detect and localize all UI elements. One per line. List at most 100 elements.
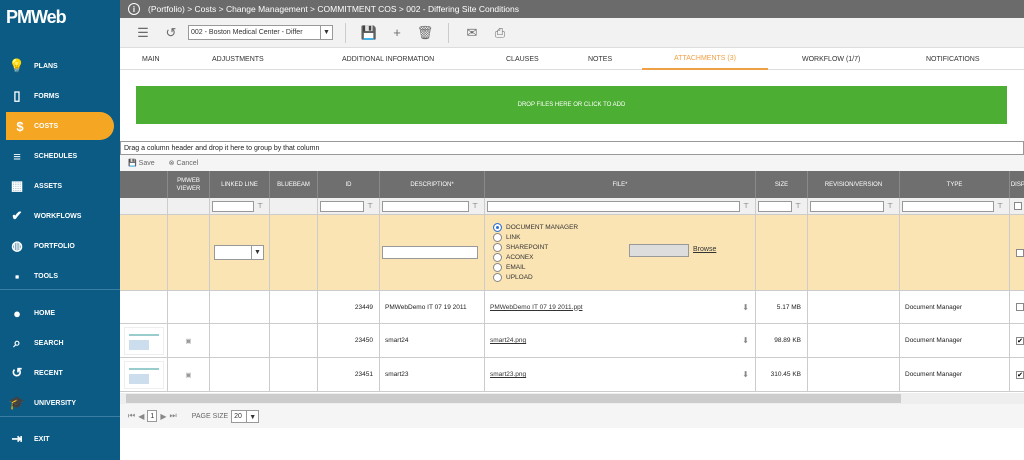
filter-icon[interactable]: ⊤: [743, 202, 749, 210]
prev-page-icon[interactable]: ◀: [138, 412, 144, 421]
column-header[interactable]: REVISION/VERSION: [808, 171, 900, 198]
tab-workflow[interactable]: WORKFLOW (1/7): [802, 48, 860, 70]
sidebar-item-exit[interactable]: ⇥ EXIT: [0, 425, 120, 453]
column-header[interactable]: [120, 171, 168, 198]
delete-icon[interactable]: 🗑: [414, 22, 436, 44]
source-option[interactable]: DOCUMENT MANAGER: [493, 223, 578, 233]
sidebar-item-plans[interactable]: 💡 PLANS: [0, 52, 120, 80]
filter-input[interactable]: [810, 200, 884, 212]
attachment-thumbnail[interactable]: [123, 360, 164, 389]
radio-button[interactable]: [493, 233, 502, 242]
download-icon[interactable]: ⬇: [742, 303, 749, 312]
sidebar-item-home[interactable]: ● HOME: [0, 299, 120, 327]
source-option[interactable]: LINK: [493, 233, 520, 243]
filter-icon[interactable]: ⊤: [795, 202, 801, 210]
horizontal-scrollbar[interactable]: [120, 393, 1024, 404]
filter-icon[interactable]: ⊤: [997, 202, 1003, 210]
column-header[interactable]: ID: [318, 171, 380, 198]
display-checkbox[interactable]: [1016, 303, 1024, 311]
file-link[interactable]: PMWebDemo IT 07 19 2011.ppt: [490, 304, 583, 311]
tab-main[interactable]: MAIN: [142, 48, 160, 70]
sidebar-item-tools[interactable]: ▪ TOOLS: [0, 262, 120, 290]
file-path-input[interactable]: [629, 244, 689, 257]
linked-line-select[interactable]: ▼: [214, 245, 264, 260]
filter-icon[interactable]: ⊤: [887, 202, 893, 210]
filter-input[interactable]: [320, 200, 364, 212]
column-header[interactable]: LINKED LINE: [210, 171, 270, 198]
source-option[interactable]: EMAIL: [493, 263, 526, 273]
chevron-down-icon[interactable]: ▼: [320, 26, 332, 39]
column-header[interactable]: DESCRIPTION*: [380, 171, 485, 198]
sidebar-item-recent[interactable]: ↺ RECENT: [0, 359, 120, 387]
page-size-select[interactable]: 20 ▼: [231, 409, 260, 423]
filter-input[interactable]: [758, 200, 792, 212]
radio-button[interactable]: [493, 273, 502, 282]
download-icon[interactable]: ⬇: [742, 336, 749, 345]
filter-checkbox[interactable]: [1014, 202, 1022, 210]
column-header[interactable]: SIZE: [756, 171, 808, 198]
browse-link[interactable]: Browse: [693, 246, 716, 253]
filter-icon[interactable]: ⊤: [367, 202, 373, 210]
first-page-icon[interactable]: ⏮: [128, 411, 135, 421]
last-page-icon[interactable]: ⏭: [170, 411, 177, 421]
save-icon[interactable]: 💾: [358, 22, 380, 44]
radio-button[interactable]: [493, 243, 502, 252]
filter-input[interactable]: [382, 200, 469, 212]
sidebar-item-costs[interactable]: $ COSTS: [6, 112, 114, 140]
attachment-thumbnail[interactable]: [123, 326, 164, 355]
sidebar-item-portfolio[interactable]: ◍ PORTFOLIO: [0, 232, 120, 260]
history-icon[interactable]: ↺: [160, 22, 182, 44]
tab-additional-information[interactable]: ADDITIONAL INFORMATION: [342, 48, 434, 70]
info-icon[interactable]: i: [128, 3, 140, 15]
download-icon[interactable]: ⬇: [742, 370, 749, 379]
next-page-icon[interactable]: ▶: [160, 412, 166, 421]
sidebar-item-university[interactable]: 🎓 UNIVERSITY: [0, 389, 120, 417]
display-checkbox[interactable]: ✔: [1016, 336, 1024, 345]
viewer-icon[interactable]: ▣: [185, 337, 191, 345]
grid-cancel-button[interactable]: ⊗ Cancel: [169, 159, 199, 167]
grid-cell: [270, 215, 318, 290]
tab-notifications[interactable]: NOTIFICATIONS: [926, 48, 980, 70]
filter-input[interactable]: [487, 200, 740, 212]
pmweb-logo[interactable]: PMWeb: [0, 0, 120, 34]
column-header[interactable]: FILE*: [485, 171, 756, 198]
sidebar-item-forms[interactable]: ▯ FORMS: [0, 82, 120, 110]
display-checkbox[interactable]: ✔: [1016, 370, 1024, 379]
column-header[interactable]: PMWEB VIEWER: [168, 171, 210, 198]
page-number[interactable]: 1: [147, 410, 158, 422]
source-option[interactable]: UPLOAD: [493, 273, 533, 283]
sidebar-item-workflows[interactable]: ✔ WORKFLOWS: [0, 202, 120, 230]
viewer-icon[interactable]: ▣: [185, 371, 191, 379]
breadcrumb[interactable]: (Portfolio) > Costs > Change Management …: [148, 4, 519, 14]
sidebar-item-search[interactable]: ⌕ SEARCH: [0, 329, 120, 357]
description-input[interactable]: [382, 246, 478, 259]
tab-attachments[interactable]: ATTACHMENTS (3): [642, 48, 768, 70]
radio-button[interactable]: [493, 223, 502, 232]
column-header[interactable]: DISPL: [1010, 171, 1024, 198]
filter-input[interactable]: [902, 200, 994, 212]
grid-save-button[interactable]: 💾 Save: [128, 159, 155, 167]
column-header[interactable]: BLUEBEAM: [270, 171, 318, 198]
display-checkbox[interactable]: [1016, 248, 1024, 257]
source-option[interactable]: ACONEX: [493, 253, 533, 263]
project-select[interactable]: 002 - Boston Medical Center - Differ ▼: [188, 25, 333, 40]
source-option[interactable]: SHAREPOINT: [493, 243, 548, 253]
add-icon[interactable]: +: [386, 22, 408, 44]
tab-clauses[interactable]: CLAUSES: [506, 48, 539, 70]
email-icon[interactable]: ✉: [461, 22, 483, 44]
filter-icon[interactable]: ⊤: [257, 202, 263, 210]
list-icon[interactable]: ☰: [132, 22, 154, 44]
file-link[interactable]: smart23.png: [490, 371, 526, 378]
filter-icon[interactable]: ⊤: [472, 202, 478, 210]
sidebar-item-schedules[interactable]: ≡ SCHEDULES: [0, 142, 120, 170]
sidebar-item-assets[interactable]: ▦ ASSETS: [0, 172, 120, 200]
print-icon[interactable]: ⎙: [489, 22, 511, 44]
tab-adjustments[interactable]: ADJUSTMENTS: [212, 48, 264, 70]
radio-button[interactable]: [493, 263, 502, 272]
file-dropzone[interactable]: DROP FILES HERE OR CLICK TO ADD: [136, 86, 1007, 124]
file-link[interactable]: smart24.png: [490, 337, 526, 344]
radio-button[interactable]: [493, 253, 502, 262]
filter-input[interactable]: [212, 200, 254, 212]
tab-notes[interactable]: NOTES: [588, 48, 612, 70]
column-header[interactable]: TYPE: [900, 171, 1010, 198]
